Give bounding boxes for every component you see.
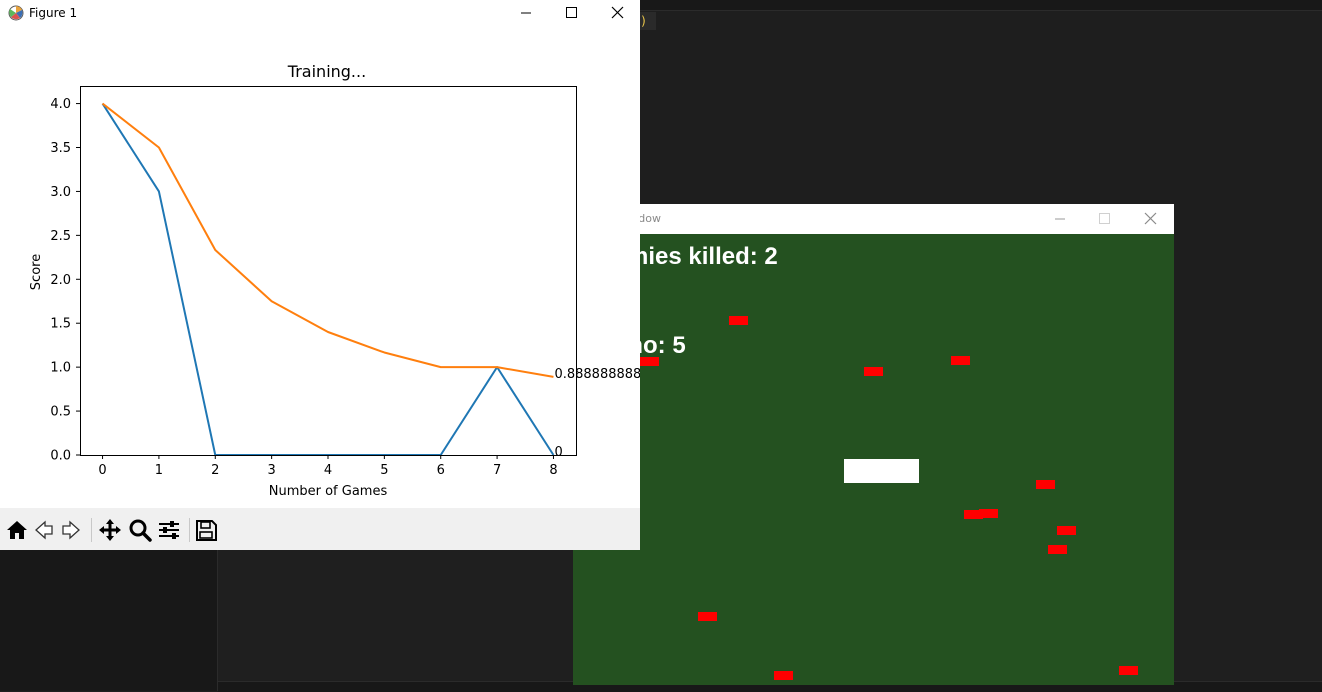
editor-sidebar [0, 550, 218, 691]
navigation-toolbar [0, 508, 640, 550]
y-tick-label: 3.5 [50, 141, 71, 156]
x-tick-label: 7 [493, 463, 501, 478]
home-icon[interactable] [3, 516, 31, 544]
figure-minimize-button[interactable] [502, 0, 548, 26]
figure-window-title: Figure 1 [29, 6, 78, 20]
enemy [640, 357, 659, 366]
toolbar-separator [91, 518, 92, 542]
y-tick-label: 0.0 [50, 449, 71, 464]
figure-titlebar[interactable]: Figure 1 [0, 0, 640, 26]
pan-icon[interactable] [96, 516, 124, 544]
configure-subplots-icon[interactable] [155, 516, 183, 544]
series-end-label-1: 0 [554, 445, 562, 460]
figure-close-button[interactable] [594, 0, 640, 26]
x-tick-label: 5 [380, 463, 388, 478]
y-tick-label: 1.0 [50, 361, 71, 376]
chart-series [101, 102, 555, 456]
plot-area [80, 86, 577, 456]
enemy [1048, 545, 1067, 554]
y-tick-label: 2.5 [50, 229, 71, 244]
enemy [864, 367, 883, 376]
y-tick-label: 4.0 [50, 97, 71, 112]
y-tick-label: 1.5 [50, 317, 71, 332]
matplotlib-app-icon [8, 5, 24, 21]
game-minimize-button[interactable] [1038, 204, 1082, 234]
enemy [1036, 480, 1055, 489]
x-tick-label: 1 [155, 463, 163, 478]
x-axis-label: Number of Games [269, 484, 388, 499]
editor-tab-bar [640, 0, 1322, 11]
series-end-label-2: 0.8888888888888888 [554, 367, 640, 382]
x-tick-label: 0 [98, 463, 106, 478]
y-axis-label: Score [29, 254, 44, 290]
series-line-1 [101, 103, 555, 456]
game-canvas[interactable]: Enemies killed: 2 Ammo: 5 [573, 234, 1174, 685]
x-tick-label: 6 [437, 463, 445, 478]
enemy [698, 612, 717, 621]
chart-title: Training... [287, 62, 366, 81]
back-arrow-icon[interactable] [30, 516, 58, 544]
player-ship [844, 459, 919, 483]
toolbar-separator [189, 518, 190, 542]
figure-window: Figure 1 Training... Score Number of Gam… [0, 0, 640, 550]
enemy [774, 671, 793, 680]
enemy [951, 356, 970, 365]
forward-arrow-icon[interactable] [57, 516, 85, 544]
x-tick-label: 8 [549, 463, 557, 478]
y-tick-label: 2.0 [50, 273, 71, 288]
x-tick-label: 3 [267, 463, 275, 478]
game-titlebar[interactable]: Game window [573, 204, 1174, 234]
game-maximize-button[interactable] [1082, 204, 1126, 234]
game-close-button[interactable] [1128, 204, 1172, 234]
figure-canvas[interactable]: Training... Score Number of Games 0 1 2 3 4 5… [0, 26, 640, 508]
game-window: Game window Enemies killed: 2 Ammo: 5 [573, 204, 1174, 685]
save-icon[interactable] [192, 516, 220, 544]
y-tick-label: 0.5 [50, 405, 71, 420]
figure-maximize-button[interactable] [548, 0, 594, 26]
enemy [979, 509, 998, 518]
enemy [729, 316, 748, 325]
zoom-icon[interactable] [126, 516, 154, 544]
x-tick-label: 2 [211, 463, 219, 478]
y-tick-label: 3.0 [50, 185, 71, 200]
axis-ticks: 0 1 2 3 4 5 6 7 8 0.0 0.5 1.0 1.5 2.0 2.5 3.0 3.5 4.0 [50, 97, 557, 478]
series-end-labels: 0 0.8888888888888888 [554, 367, 640, 460]
x-tick-label: 4 [324, 463, 332, 478]
enemy [1119, 666, 1138, 675]
enemy [1057, 526, 1076, 535]
